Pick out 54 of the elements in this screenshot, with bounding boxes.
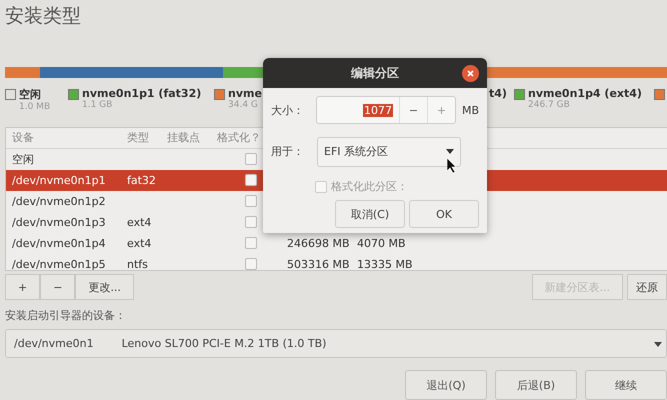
unit-label: MB <box>462 104 479 116</box>
use-label: 用于： <box>271 144 305 159</box>
device-cell[interactable]: /dev/nvme0n1p3 <box>12 216 106 229</box>
device-cell[interactable]: /dev/nvme0n1p5 <box>12 258 106 270</box>
table-cell: ext4 <box>127 216 152 229</box>
legend-size: 246.7 GB <box>528 100 570 110</box>
format-checkbox[interactable] <box>245 237 257 250</box>
format-label: 格式化此分区： <box>331 179 408 194</box>
format-checkbox[interactable] <box>245 216 257 228</box>
toolbar-button[interactable]: 更改... <box>75 274 134 300</box>
nav-button[interactable]: 后退(B) <box>495 370 577 400</box>
legend-label: nvme0n1p1 (fat32) <box>82 87 202 100</box>
size-label: 大小： <box>271 102 305 118</box>
legend-size: 1.0 MB <box>19 102 50 112</box>
toolbar-button[interactable]: + <box>5 274 40 300</box>
dialog-title: 编辑分区 <box>351 64 399 82</box>
device-cell[interactable]: 空闲 <box>12 152 34 167</box>
legend-size: 1.1 GB <box>82 100 112 110</box>
legend-label: t4) <box>489 87 507 100</box>
table-cell: 4070 MB <box>357 236 406 250</box>
caret-icon <box>446 149 454 154</box>
use-as-dropdown[interactable]: EFI 系统分区 <box>317 136 461 166</box>
nav-button[interactable]: 继续 <box>585 370 667 400</box>
table-cell: 503316 MB <box>287 258 350 270</box>
close-icon <box>467 70 474 77</box>
stepper-button[interactable]: − <box>398 97 427 123</box>
bootloader-label: 安装启动引导器的设备： <box>5 308 126 324</box>
table-cell: fat32 <box>127 174 156 187</box>
free-space-swatch <box>5 89 16 100</box>
table-cell: 13335 MB <box>357 258 413 270</box>
legend-label: nvme0n1p4 (ext4) <box>528 87 642 100</box>
table-cell: ntfs <box>127 258 148 270</box>
toolbar-button[interactable]: − <box>40 274 76 300</box>
legend-label: nvme <box>228 87 262 100</box>
bootloader-dropdown[interactable]: /dev/nvme0n1 Lenovo SL700 PCI-E M.2 1TB (1.0 TB) <box>5 329 667 358</box>
device-cell[interactable]: /dev/nvme0n1p4 <box>12 236 106 250</box>
mouse-cursor-icon <box>447 158 457 173</box>
close-button[interactable] <box>462 65 479 82</box>
dialog-button[interactable]: 取消(C) <box>335 200 405 228</box>
toolbar-button[interactable]: 还原 <box>627 274 667 300</box>
table-cell: ext4 <box>127 236 152 250</box>
format-checkbox[interactable] <box>245 174 257 186</box>
device-cell[interactable]: /dev/nvme0n1p1 <box>12 174 106 187</box>
legend-size: 34.4 G <box>228 100 258 110</box>
dialog-button[interactable]: OK <box>409 200 479 228</box>
device-cell[interactable]: /dev/nvme0n1p2 <box>12 194 106 208</box>
format-checkbox[interactable] <box>245 153 257 166</box>
format-checkbox[interactable] <box>245 258 257 270</box>
legend-label: 空闲 <box>19 87 41 102</box>
format-checkbox[interactable] <box>245 195 257 208</box>
nav-button[interactable]: 退出(Q) <box>405 370 487 400</box>
page-title: 安装类型 <box>5 4 81 29</box>
table-cell: 246698 MB <box>287 236 350 250</box>
caret-icon <box>654 342 662 348</box>
